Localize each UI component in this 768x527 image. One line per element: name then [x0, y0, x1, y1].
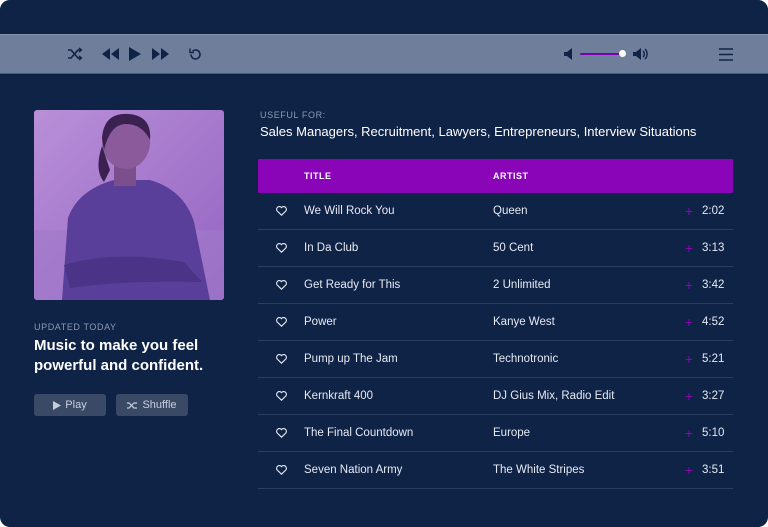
track-row[interactable]: The Final Countdown Europe +5:10	[258, 415, 733, 452]
updated-label: UPDATED TODAY	[34, 322, 117, 332]
track-duration: 3:13	[702, 242, 725, 254]
woman-portrait-illustration	[34, 110, 224, 300]
track-duration: 3:42	[702, 279, 725, 291]
volume-slider-handle[interactable]	[619, 50, 626, 57]
track-duration: 2:02	[702, 205, 725, 217]
track-row[interactable]: In Da Club 50 Cent +3:13	[258, 230, 733, 267]
play-button-label: Play	[65, 399, 87, 411]
heart-icon[interactable]	[258, 280, 304, 290]
repeat-icon[interactable]	[186, 45, 204, 63]
track-duration: 3:51	[702, 464, 725, 476]
heart-icon[interactable]	[258, 354, 304, 364]
add-to-playlist-icon[interactable]: +	[678, 462, 700, 478]
shuffle-small-icon	[127, 401, 138, 409]
fast-forward-icon[interactable]	[150, 45, 172, 63]
music-player-window: UPDATED TODAY Music to make you feel pow…	[0, 0, 768, 527]
heart-icon[interactable]	[258, 465, 304, 475]
track-title: Pump up The Jam	[304, 353, 398, 365]
rewind-icon[interactable]	[99, 45, 121, 63]
track-artist: Queen	[493, 205, 528, 217]
track-title: The Final Countdown	[304, 427, 414, 439]
track-duration: 3:27	[702, 390, 725, 402]
track-row[interactable]: Power Kanye West +4:52	[258, 304, 733, 341]
track-artist: 50 Cent	[493, 242, 534, 254]
play-small-icon	[53, 400, 62, 410]
play-icon[interactable]	[126, 44, 144, 64]
track-row[interactable]: Pump up The Jam Technotronic +5:21	[258, 341, 733, 378]
add-to-playlist-icon[interactable]: +	[678, 240, 700, 256]
track-artist: Kanye West	[493, 316, 555, 328]
track-row[interactable]: We Will Rock You Queen +2:02	[258, 193, 733, 230]
album-cover-image	[34, 110, 224, 300]
track-artist: Europe	[493, 427, 531, 439]
heart-icon[interactable]	[258, 317, 304, 327]
heart-icon[interactable]	[258, 391, 304, 401]
track-row[interactable]: Kernkraft 400 DJ Gius Mix, Radio Edit +3:2…	[258, 378, 733, 415]
volume-high-icon[interactable]	[632, 45, 650, 63]
shuffle-icon[interactable]	[66, 45, 84, 63]
track-artist: The White Stripes	[493, 464, 585, 476]
add-to-playlist-icon[interactable]: +	[678, 425, 700, 441]
title-column-header: TITLE	[304, 171, 332, 181]
play-button[interactable]: Play	[34, 394, 106, 416]
add-to-playlist-icon[interactable]: +	[678, 277, 700, 293]
shuffle-button-label: Shuffle	[142, 399, 177, 411]
add-to-playlist-icon[interactable]: +	[678, 388, 700, 404]
track-artist: DJ Gius Mix, Radio Edit	[493, 390, 615, 402]
track-table: TITLE ARTIST We Will Rock You Queen +2:02 I…	[258, 159, 733, 489]
track-title: Seven Nation Army	[304, 464, 403, 476]
track-title: We Will Rock You	[304, 205, 395, 217]
useful-for-label: USEFUL FOR:	[260, 110, 326, 120]
track-artist: Technotronic	[493, 353, 559, 365]
track-row[interactable]: Seven Nation Army The White Stripes +3:51	[258, 452, 733, 489]
track-title: Power	[304, 316, 337, 328]
hamburger-menu-icon[interactable]	[717, 45, 735, 63]
track-duration: 4:52	[702, 316, 725, 328]
add-to-playlist-icon[interactable]: +	[678, 314, 700, 330]
window-top-strip	[0, 0, 768, 34]
add-to-playlist-icon[interactable]: +	[678, 351, 700, 367]
heart-icon[interactable]	[258, 243, 304, 253]
shuffle-button[interactable]: Shuffle	[116, 394, 188, 416]
add-to-playlist-icon[interactable]: +	[678, 203, 700, 219]
track-duration: 5:10	[702, 427, 725, 439]
volume-low-icon[interactable]	[561, 45, 575, 63]
artist-column-header: ARTIST	[493, 171, 529, 181]
track-row[interactable]: Get Ready for This 2 Unlimited +3:42	[258, 267, 733, 304]
track-duration: 5:21	[702, 353, 725, 365]
playlist-headline: Music to make you feel powerful and conf…	[34, 337, 204, 374]
heart-icon[interactable]	[258, 206, 304, 216]
useful-for-text: Sales Managers, Recruitment, Lawyers, En…	[260, 124, 697, 139]
volume-slider-track[interactable]	[580, 53, 622, 55]
track-title: In Da Club	[304, 242, 359, 254]
track-title: Get Ready for This	[304, 279, 401, 291]
track-artist: 2 Unlimited	[493, 279, 551, 291]
player-control-bar	[0, 34, 768, 74]
track-table-header: TITLE ARTIST	[258, 159, 733, 193]
track-title: Kernkraft 400	[304, 390, 374, 402]
heart-icon[interactable]	[258, 428, 304, 438]
